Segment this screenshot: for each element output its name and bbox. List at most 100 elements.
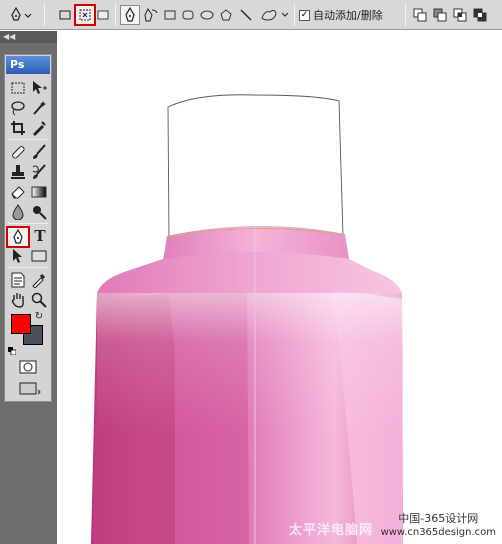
brush-tool[interactable] [29,143,49,161]
toolbox-divider [8,267,48,268]
quick-mask-button[interactable] [18,358,38,376]
watermark-text: 太平洋电脑网 [289,523,374,538]
type-tool[interactable]: T [30,227,50,245]
intersect-path-area-button[interactable] [451,5,469,25]
freeform-pen-icon [144,8,158,22]
path-selection-tool[interactable] [8,247,28,265]
eyedropper-tool[interactable] [29,271,49,289]
exclude-path-area-button[interactable] [471,5,489,25]
separator [115,4,116,26]
collapse-panel-button[interactable]: ◀◀ [0,31,57,43]
exclude-shapes-icon [473,8,487,22]
pen-icon [13,229,23,244]
subtract-path-area-button[interactable] [431,5,449,25]
default-colors-icon[interactable] [8,340,17,356]
custom-shape-picker[interactable] [258,5,292,25]
site-watermark-line2: www.cn365design.com [380,527,496,538]
options-bar: ✓ 自动添加/删除 [0,0,502,30]
marquee-tool[interactable] [8,79,28,97]
rectangle-icon [164,10,176,20]
polygon-tool-button[interactable] [218,5,234,25]
pen-tool[interactable] [6,226,30,248]
line-tool-button[interactable] [238,5,254,25]
auto-add-delete-label: 自动添加/删除 [313,9,383,22]
healing-brush-tool[interactable] [8,143,28,161]
lasso-tool[interactable] [8,99,28,117]
pen-tool-option-button[interactable] [120,5,140,25]
history-brush-tool[interactable] [29,163,49,181]
hand-tool[interactable] [8,291,28,309]
separator [405,4,406,26]
dodge-tool[interactable] [29,203,49,221]
fill-pixels-button[interactable] [95,5,111,25]
bottle-artwork [91,94,403,544]
zoom-icon [31,292,47,308]
notes-icon [11,272,25,288]
gradient-icon [31,186,47,198]
rounded-rectangle-tool-button[interactable] [180,5,196,25]
move-tool[interactable] [29,79,49,97]
polygon-icon [220,9,232,21]
add-to-path-area-button[interactable] [411,5,429,25]
ellipse-icon [200,10,214,20]
eraser-tool[interactable] [8,183,28,201]
site-watermark-line1: 中国-365设计网 [398,512,479,525]
lasso-icon [11,101,25,116]
pen-icon [11,7,32,21]
subtract-shapes-icon [433,8,447,22]
history-brush-icon [32,164,46,179]
marquee-icon [11,82,25,94]
arrow-select-icon [13,249,22,263]
rounded-rectangle-icon [182,10,194,20]
toolbox: Ps T ↻ [4,54,52,402]
zoom-tool[interactable] [29,291,49,309]
move-icon [33,81,47,94]
paths-mode-button[interactable] [74,4,96,26]
shape-layers-button[interactable] [55,5,75,25]
swap-colors-icon[interactable]: ↻ [33,310,45,322]
notes-tool[interactable] [8,271,28,289]
crop-tool[interactable] [8,119,28,137]
eyedropper-icon [32,273,46,288]
cap-path-outline[interactable] [167,94,344,240]
foreground-color-swatch[interactable] [11,314,31,334]
eyedropper-slice-icon [33,121,46,136]
intersect-shapes-icon [453,8,467,22]
clone-stamp-tool[interactable] [8,163,28,181]
eraser-icon [11,186,25,199]
dodge-icon [33,206,47,220]
gradient-tool[interactable] [29,183,49,201]
bandage-icon [12,146,25,159]
rectangle-tool-button[interactable] [162,5,178,25]
magic-wand-tool[interactable] [29,99,49,117]
magic-wand-icon [33,101,46,115]
screen-mode-button[interactable] [18,379,42,397]
slice-tool[interactable] [29,119,49,137]
brush-icon [33,144,46,159]
rectangle-shape-tool[interactable] [29,247,49,265]
tool-preset-picker[interactable] [6,5,36,25]
photoshop-window: ✓ 自动添加/删除 ◀◀ Ps T ↻ 太平洋电脑网 中国-365设计网 www… [0,0,502,544]
blur-drop-icon [12,204,24,220]
line-icon [240,9,252,21]
hand-icon [11,293,24,308]
shape-layers-icon [59,10,71,20]
stamp-icon [11,165,25,179]
blur-tool[interactable] [8,203,28,221]
auto-add-delete-option[interactable]: ✓ 自动添加/删除 [299,5,399,25]
separator [44,4,45,26]
toolbox-divider [8,223,48,224]
custom-shape-icon [261,9,289,21]
screen-mode-icon [19,382,41,395]
quick-mask-icon [19,360,37,374]
paths-mode-icon [79,9,91,21]
freeform-pen-button[interactable] [142,5,160,25]
site-watermark: 中国-365设计网 www.cn365design.com [381,512,496,540]
auto-add-delete-checkbox[interactable]: ✓ [299,9,310,21]
bottle-highlight [97,293,402,433]
ellipse-tool-button[interactable] [199,5,215,25]
rectangle-icon [31,250,47,262]
ps-logo[interactable]: Ps [6,56,50,74]
document-canvas[interactable]: 太平洋电脑网 中国-365设计网 www.cn365design.com [57,31,502,544]
pen-icon [125,7,135,22]
